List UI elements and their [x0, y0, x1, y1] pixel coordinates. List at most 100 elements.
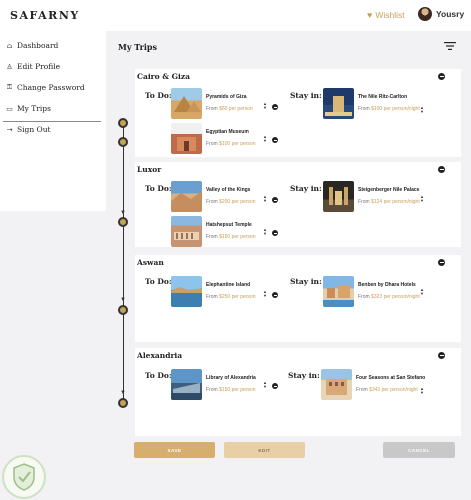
sidebar-item-edit-profile[interactable]: ♙ Edit Profile: [5, 62, 60, 71]
wishlist-label: Wishlist: [375, 10, 405, 20]
hotel-image: [323, 88, 354, 119]
hotel-price: From $124 per person/night: [358, 199, 420, 205]
timeline-node: [118, 137, 128, 147]
remove-activity-button[interactable]: [272, 383, 278, 389]
remove-activity-button[interactable]: [272, 197, 278, 203]
nights-stepper[interactable]: ▲ ▼: [420, 387, 424, 396]
stay-label: Stay in:: [290, 91, 322, 100]
hotel-price: From $100 per person/night: [358, 106, 420, 112]
hotel-name: Steigenberger Nile Palace: [358, 187, 420, 193]
sidebar: ⌂ Dashboard ♙ Edit Profile ⚿ Change Pass…: [0, 31, 106, 211]
activity-name: Valley of the Kings: [206, 187, 251, 193]
activity-image: [171, 369, 202, 400]
city-name: Luxor: [137, 165, 162, 174]
city-name: Cairo & Giza: [137, 72, 190, 81]
remove-city-button[interactable]: [438, 352, 445, 359]
stay-label: Stay in:: [288, 371, 320, 380]
todo-label: To Do:: [145, 277, 172, 286]
page-title: My Trips: [118, 42, 158, 52]
trips-icon: ▭: [6, 104, 13, 113]
quantity-stepper[interactable]: ▲ ▼: [263, 228, 267, 237]
top-bar: SAFARNY ♥ Wishlist Yousry: [0, 0, 471, 31]
user-menu[interactable]: Yousry: [418, 7, 464, 21]
quantity-stepper[interactable]: ▲ ▼: [263, 290, 267, 299]
remove-activity-button[interactable]: [272, 292, 278, 298]
save-button[interactable]: SAVE: [134, 442, 215, 458]
stay-label: Stay in:: [290, 184, 322, 193]
hotel-name: Benben by Dhara Hotels: [358, 282, 416, 288]
sidebar-item-label: Dashboard: [17, 41, 59, 50]
quantity-stepper[interactable]: ▲ ▼: [263, 135, 267, 144]
sidebar-item-change-password[interactable]: ⚿ Change Password: [5, 83, 85, 92]
remove-activity-button[interactable]: [272, 137, 278, 143]
timeline-arrow-icon: ▼: [120, 390, 126, 396]
activity-image: [171, 276, 202, 307]
edit-button[interactable]: EDIT: [224, 442, 305, 458]
activity-name: Pyramids of Giza: [206, 94, 247, 100]
sidebar-item-my-trips[interactable]: ▭ My Trips: [5, 104, 51, 113]
timeline-node: [118, 398, 128, 408]
todo-label: To Do:: [145, 184, 172, 193]
remove-city-button[interactable]: [438, 166, 445, 173]
remove-activity-button[interactable]: [272, 230, 278, 236]
todo-label: To Do:: [145, 371, 172, 380]
nights-stepper[interactable]: ▲ ▼: [420, 288, 424, 297]
city-card: Aswan To Do: Stay in: Elephantine Island…: [135, 255, 461, 342]
activity-image: [171, 216, 202, 247]
quantity-stepper[interactable]: ▲ ▼: [263, 195, 267, 204]
sidebar-item-dashboard[interactable]: ⌂ Dashboard: [5, 41, 59, 50]
remove-city-button[interactable]: [438, 73, 445, 80]
sidebar-item-label: Sign Out: [17, 125, 51, 134]
quantity-stepper[interactable]: ▲ ▼: [263, 102, 267, 111]
activity-name: Elephantine Island: [206, 282, 251, 288]
lock-icon: ⚿: [6, 83, 13, 91]
shield-badge-icon: [2, 455, 46, 499]
sidebar-item-sign-out[interactable]: ⇥ Sign Out: [5, 125, 51, 134]
activity-image: [171, 123, 202, 154]
user-icon: ♙: [6, 62, 13, 71]
active-indicator: [3, 121, 101, 122]
hotel-price: From $323 per person/night: [358, 294, 420, 300]
hotel-image: [323, 276, 354, 307]
sidebar-item-label: Change Password: [17, 83, 85, 92]
cancel-button[interactable]: CANCEL: [383, 442, 455, 458]
hotel-price: From $343 per person/night: [356, 387, 418, 393]
activity-price: From $250 per person: [206, 294, 256, 300]
user-name: Yousry: [436, 9, 465, 19]
quantity-stepper[interactable]: ▲ ▼: [263, 381, 267, 390]
city-name: Alexandria: [137, 351, 183, 360]
stay-label: Stay in:: [290, 277, 322, 286]
activity-price: From $100 per person: [206, 141, 256, 147]
timeline-arrow-icon: ▼: [120, 297, 126, 303]
city-card: Luxor To Do: Stay in: Valley of the King…: [135, 162, 461, 247]
sidebar-item-label: Edit Profile: [17, 62, 61, 71]
home-icon: ⌂: [6, 41, 13, 50]
timeline-line: [123, 120, 124, 403]
activity-price: From $60 per person: [206, 106, 253, 112]
activity-name: Library of Alexandria: [206, 375, 256, 381]
hotel-image: [323, 181, 354, 212]
hotel-image: [321, 369, 352, 400]
remove-activity-button[interactable]: [272, 104, 278, 110]
activity-price: From $150 per person: [206, 234, 256, 240]
avatar: [418, 7, 432, 21]
timeline-node: [118, 118, 128, 128]
nights-stepper[interactable]: ▲ ▼: [420, 106, 424, 115]
nights-stepper[interactable]: ▲ ▼: [420, 195, 424, 204]
city-card: Alexandria To Do: Stay in: Library of Al…: [135, 348, 461, 436]
sidebar-item-label: My Trips: [17, 104, 51, 113]
sign-out-icon: ⇥: [6, 125, 13, 134]
timeline-node: [118, 305, 128, 315]
city-card: Cairo & Giza To Do: Stay in: Pyramids of…: [135, 69, 461, 157]
filter-icon[interactable]: [444, 41, 456, 51]
activity-image: [171, 88, 202, 119]
timeline-arrow-icon: ▼: [120, 210, 126, 216]
brand-logo[interactable]: SAFARNY: [10, 9, 80, 22]
todo-label: To Do:: [145, 91, 172, 100]
timeline-node: [118, 217, 128, 227]
activity-price: From $150 per person: [206, 387, 256, 393]
city-name: Aswan: [137, 258, 164, 267]
remove-city-button[interactable]: [438, 259, 445, 266]
activity-price: From $200 per person: [206, 199, 256, 205]
wishlist-link[interactable]: ♥ Wishlist: [367, 10, 405, 20]
